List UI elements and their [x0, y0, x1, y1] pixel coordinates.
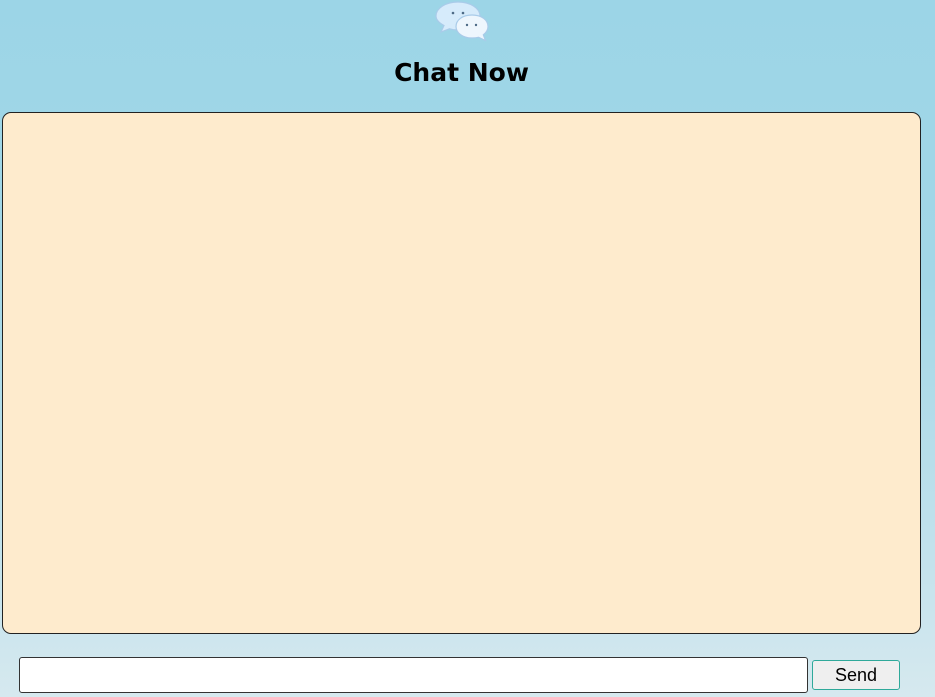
page-title: Chat Now — [394, 58, 529, 87]
send-button[interactable]: Send — [812, 660, 900, 690]
chat-messages-panel[interactable] — [2, 112, 921, 634]
chat-bubbles-icon — [435, 1, 489, 42]
message-input[interactable] — [19, 657, 808, 693]
